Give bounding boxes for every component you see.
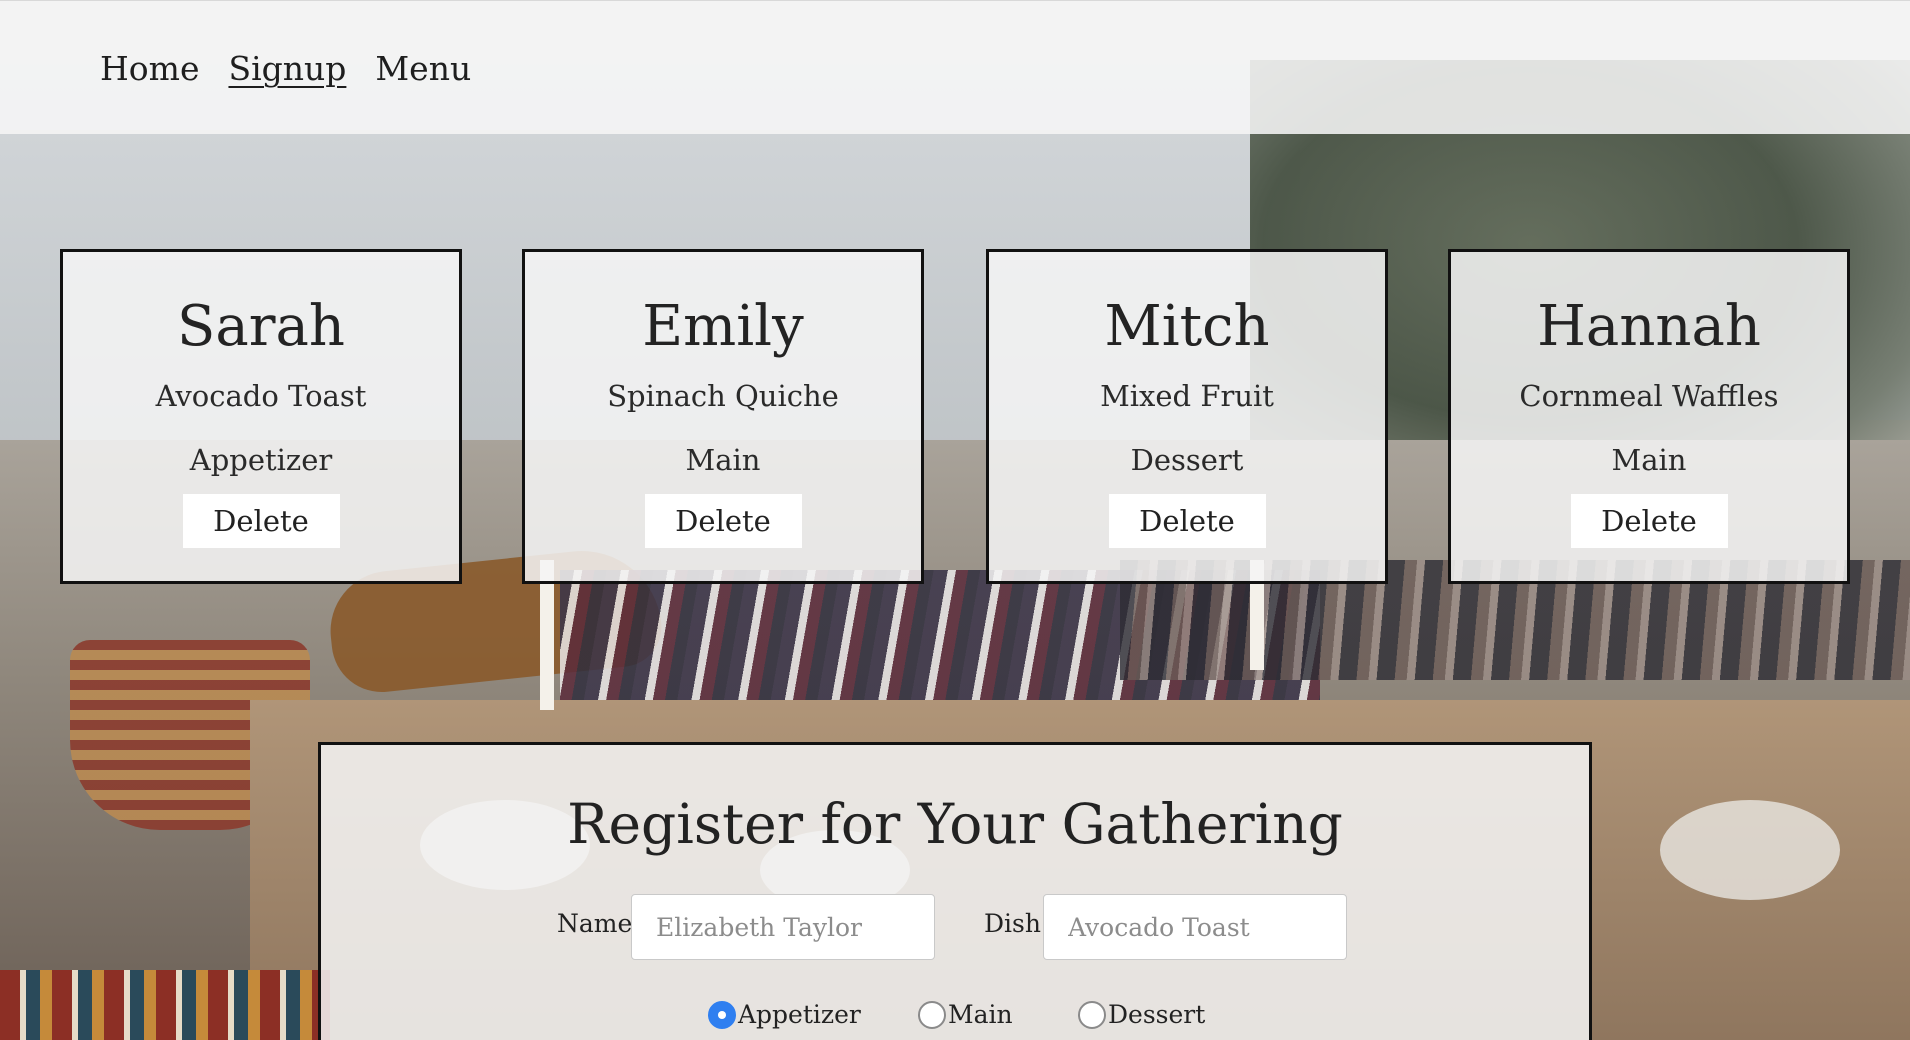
signup-cards: Sarah Avocado Toast Appetizer Delete Emi… [60,249,1850,584]
name-label: Name [557,909,633,938]
course-type: Main [685,443,761,477]
course-radio-group: Appetizer Main Dessert [321,1000,1589,1040]
radio-label: Dessert [1108,1000,1206,1029]
radio-button-checked[interactable] [708,1000,736,1029]
nav-signup-link[interactable]: Signup [228,49,346,88]
radio-button[interactable] [918,1000,946,1029]
guest-name: Hannah [1537,294,1761,359]
radio-main[interactable]: Main [918,1000,1013,1029]
course-type: Main [1611,443,1687,477]
radio-label: Main [948,1000,1013,1029]
name-input[interactable] [631,894,935,960]
radio-label: Appetizer [738,1000,861,1029]
dish-name: Mixed Fruit [1100,379,1274,413]
signup-card: Hannah Cornmeal Waffles Main Delete [1448,249,1850,584]
form-title: Register for Your Gathering [567,792,1343,856]
signup-card: Sarah Avocado Toast Appetizer Delete [60,249,462,584]
dish-label: Dish [984,909,1041,938]
signup-card: Mitch Mixed Fruit Dessert Delete [986,249,1388,584]
course-type: Dessert [1130,443,1244,477]
nav-links: Home Signup Menu [100,49,471,88]
dish-name: Avocado Toast [155,379,367,413]
delete-button[interactable]: Delete [1108,494,1266,548]
dish-input[interactable] [1043,894,1347,960]
radio-button[interactable] [1078,1000,1106,1029]
guest-name: Emily [642,294,804,359]
radio-appetizer[interactable]: Appetizer [708,1000,861,1029]
guest-name: Mitch [1104,294,1270,359]
top-navbar: Home Signup Menu [0,0,1910,134]
guest-name: Sarah [177,294,345,359]
registration-form: Register for Your Gathering Name Dish Ap… [318,742,1592,1040]
delete-button[interactable]: Delete [1570,494,1728,548]
nav-home-link[interactable]: Home [100,49,199,88]
dish-name: Spinach Quiche [607,379,839,413]
delete-button[interactable]: Delete [182,494,340,548]
dish-name: Cornmeal Waffles [1519,379,1779,413]
course-type: Appetizer [189,443,333,477]
radio-dessert[interactable]: Dessert [1078,1000,1205,1029]
delete-button[interactable]: Delete [644,494,802,548]
nav-menu-link[interactable]: Menu [375,49,471,88]
signup-card: Emily Spinach Quiche Main Delete [522,249,924,584]
